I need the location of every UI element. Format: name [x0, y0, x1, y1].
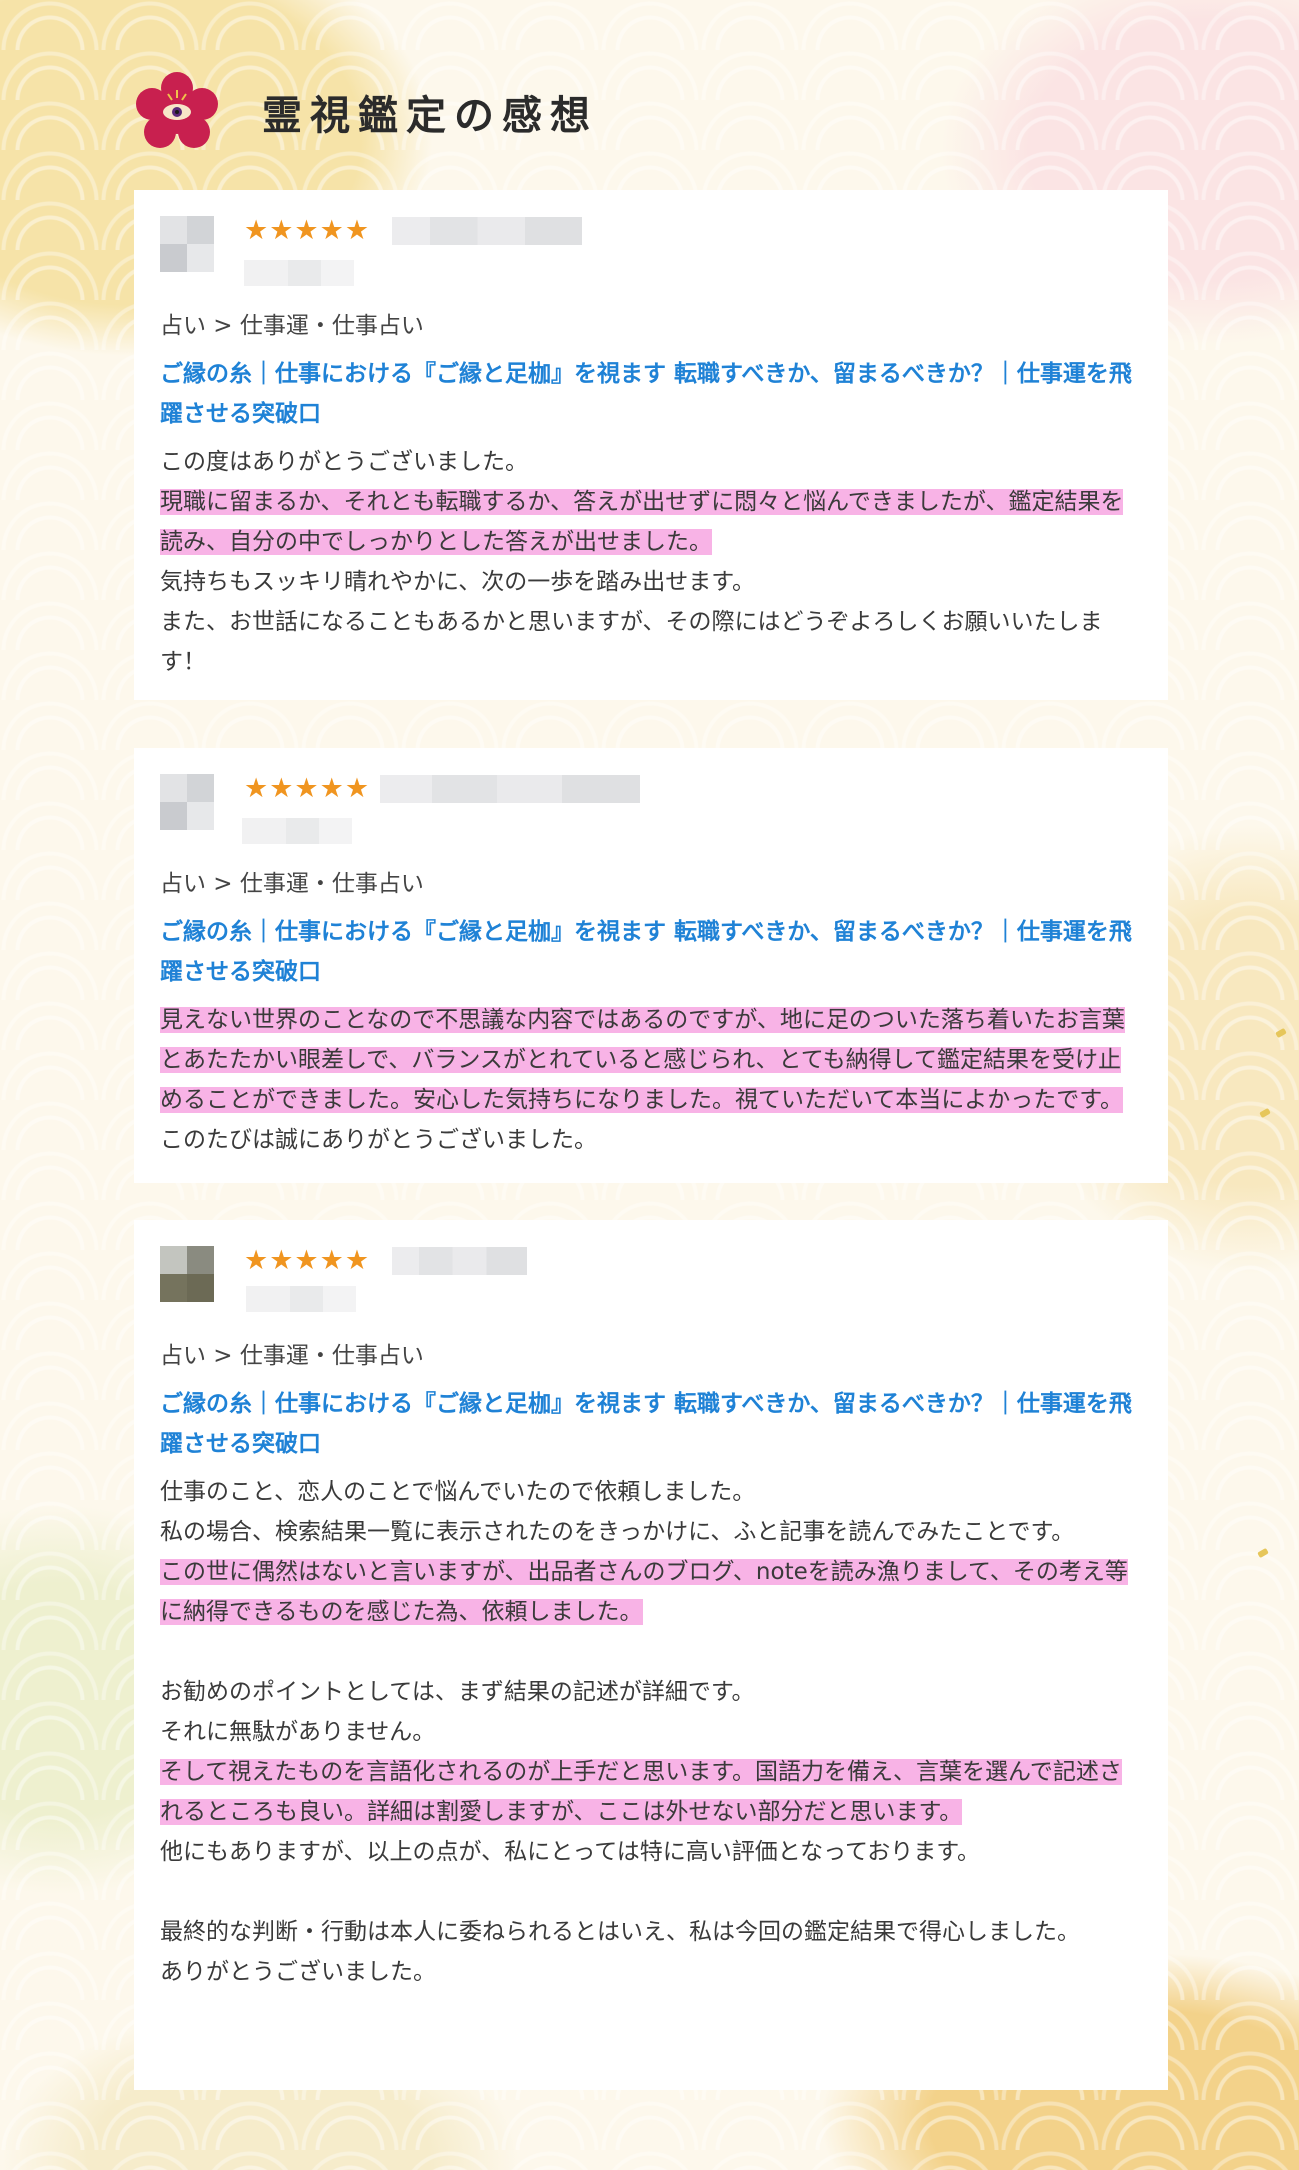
avatar [160, 1246, 214, 1302]
blurred-date [392, 1247, 528, 1275]
review-card: ★★★★★ 占い > 仕事運・仕事占い ご縁の糸｜仕事における『ご縁と足枷』を視… [134, 748, 1168, 1183]
review-line-highlighted: そして視えたものを言語化されるのが上手だと思います。国語力を備え、言葉を選んで記… [160, 1759, 1122, 1825]
avatar [160, 774, 214, 830]
service-title-link[interactable]: ご縁の糸｜仕事における『ご縁と足枷』を視ます 転職すべきか、留まるべきか？｜仕事… [160, 354, 1142, 434]
breadcrumb: 占い > 仕事運・仕事占い [160, 871, 424, 897]
section-header: 霊視鑑定の感想 [132, 72, 598, 152]
rating-stars: ★★★★★ [244, 773, 371, 804]
service-title-link[interactable]: ご縁の糸｜仕事における『ご縁と足枷』を視ます 転職すべきか、留まるべきか？｜仕事… [160, 912, 1142, 992]
service-title-link[interactable]: ご縁の糸｜仕事における『ご縁と足枷』を視ます 転職すべきか、留まるべきか？｜仕事… [160, 1384, 1142, 1464]
review-line: 最終的な判断・行動は本人に委ねられるとはいえ、私は今回の鑑定結果で得心しました。 [160, 1919, 1080, 1945]
review-body: 見えない世界のことなので不思議な内容ではあるのですが、地に足のついた落ち着いたお… [160, 1000, 1142, 1160]
review-line-highlighted: 現職に留まるか、それとも転職するか、答えが出せずに悶々と悩んできましたが、鑑定結… [160, 489, 1124, 555]
review-line: ありがとうございました。 [160, 1959, 436, 1985]
review-line: この度はありがとうございました。 [160, 449, 528, 475]
review-body: この度はありがとうございました。 現職に留まるか、それとも転職するか、答えが出せ… [160, 442, 1142, 682]
blurred-date [392, 217, 583, 245]
blurred-username [244, 260, 354, 286]
rating-stars: ★★★★★ [244, 1245, 371, 1276]
rating-stars: ★★★★★ [244, 215, 371, 246]
review-line: それに無駄がありません。 [160, 1719, 436, 1745]
review-line-highlighted: 見えない世界のことなので不思議な内容ではあるのですが、地に足のついた落ち着いたお… [160, 1007, 1125, 1153]
plum-blossom-eye-icon [136, 72, 218, 148]
review-card: ★★★★★ 占い > 仕事運・仕事占い ご縁の糸｜仕事における『ご縁と足枷』を視… [134, 1220, 1168, 2090]
avatar [160, 216, 214, 272]
review-body: 仕事のこと、恋人のことで悩んでいたので依頼しました。 私の場合、検索結果一覧に表… [160, 1472, 1142, 1992]
blurred-username [242, 818, 352, 844]
review-line: 仕事のこと、恋人のことで悩んでいたので依頼しました。 [160, 1479, 756, 1505]
review-line-highlighted: この世に偶然はないと言いますが、出品者さんのブログ、noteを読み漁りまして、そ… [160, 1559, 1128, 1625]
review-line: お勧めのポイントとしては、まず結果の記述が詳細です。 [160, 1679, 755, 1705]
review-card: ★★★★★ 占い > 仕事運・仕事占い ご縁の糸｜仕事における『ご縁と足枷』を視… [134, 190, 1168, 700]
blurred-username [246, 1286, 356, 1312]
review-line: 気持ちもスッキリ晴れやかに、次の一歩を踏み出せます。 [160, 569, 756, 595]
review-line: 私の場合、検索結果一覧に表示されたのをきっかけに、ふと記事を読んでみたことです。 [160, 1519, 1075, 1545]
breadcrumb: 占い > 仕事運・仕事占い [160, 1343, 424, 1369]
page-title: 霊視鑑定の感想 [262, 92, 598, 139]
breadcrumb: 占い > 仕事運・仕事占い [160, 313, 424, 339]
review-line: 他にもありますが、以上の点が、私にとっては特に高い評価となっております。 [160, 1839, 980, 1865]
review-line: また、お世話になることもあるかと思いますが、その際にはどうぞよろしくお願いいたし… [160, 609, 1103, 675]
blurred-date [380, 775, 641, 803]
